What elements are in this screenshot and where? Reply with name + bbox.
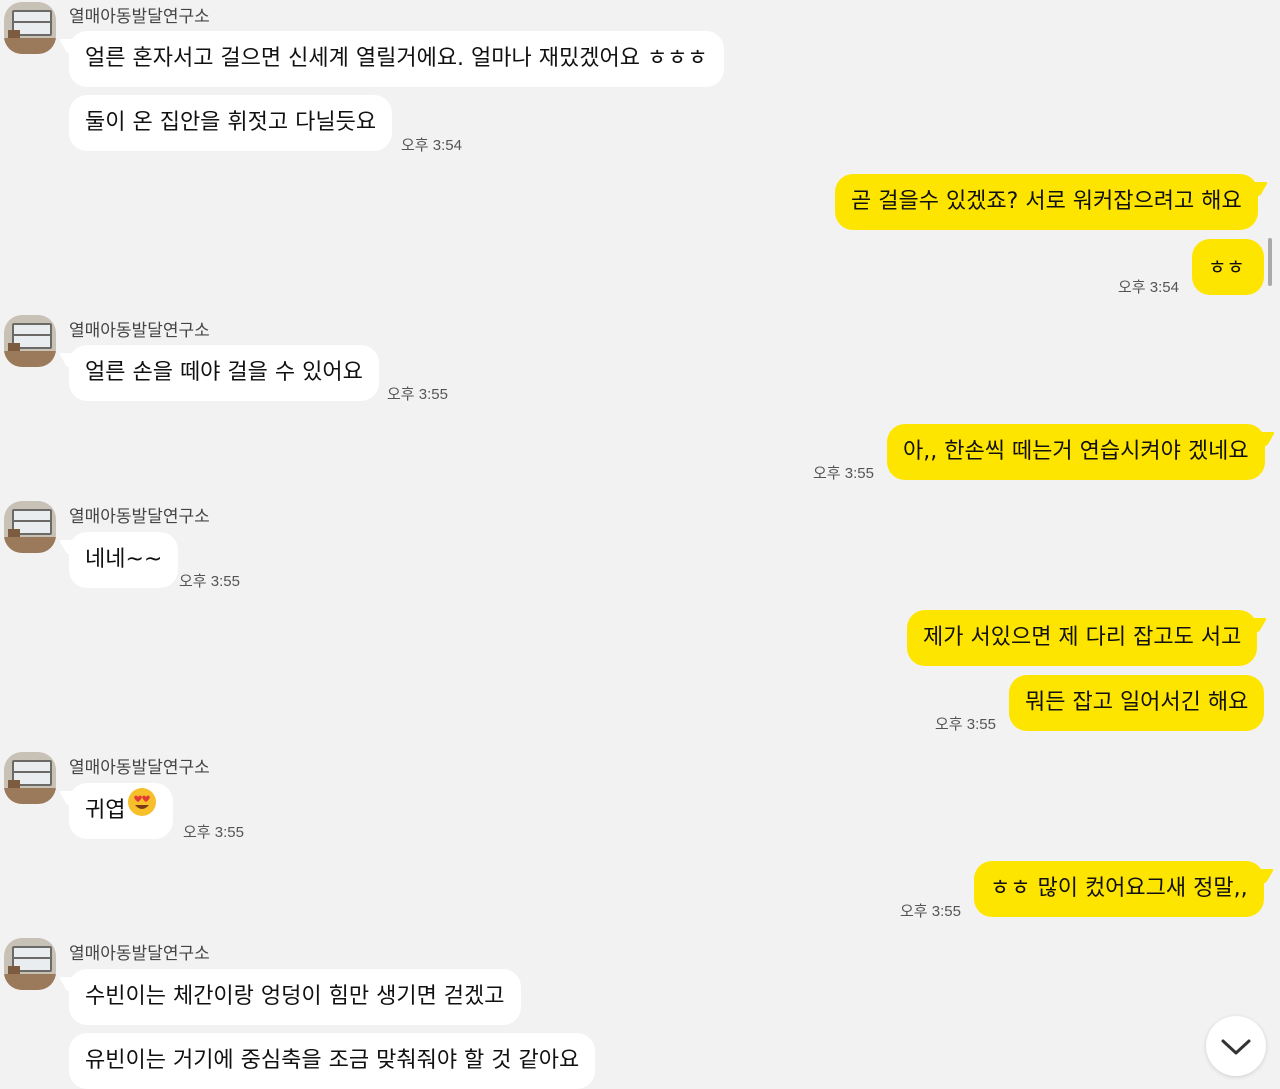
message-bubble-outgoing[interactable]: ㅎㅎ: [1192, 239, 1264, 295]
sender-avatar[interactable]: [4, 315, 56, 367]
message-timestamp: 오후 3:55: [387, 386, 448, 403]
message-bubble-incoming[interactable]: 귀엽: [69, 783, 174, 839]
sender-avatar[interactable]: [4, 501, 56, 553]
sender-avatar[interactable]: [4, 938, 56, 990]
sender-avatar[interactable]: [4, 752, 56, 804]
message-timestamp: 오후 3:54: [1118, 279, 1179, 296]
message-timestamp: 오후 3:55: [813, 465, 874, 482]
sender-name: 열매아동발달연구소: [69, 944, 210, 963]
message-bubble-outgoing[interactable]: 아,, 한손씩 떼는거 연습시켜야 겠네요: [887, 424, 1265, 480]
message-text: 귀엽: [85, 798, 126, 823]
message-bubble-outgoing[interactable]: 곧 걸을수 있겠죠? 서로 워커잡으려고 해요: [835, 174, 1258, 230]
chevron-down-icon: [1221, 1039, 1251, 1055]
message-timestamp: 오후 3:55: [179, 573, 240, 590]
scrollbar-thumb[interactable]: [1268, 238, 1272, 286]
sender-name: 열매아동발달연구소: [69, 7, 210, 26]
sender-avatar[interactable]: [4, 2, 56, 54]
sender-name: 열매아동발달연구소: [69, 758, 210, 777]
message-timestamp: 오후 3:55: [183, 824, 244, 841]
message-bubble-incoming[interactable]: 유빈이는 거기에 중심축을 조금 맞춰줘야 할 것 같아요: [69, 1033, 596, 1089]
sender-name: 열매아동발달연구소: [69, 507, 210, 526]
message-bubble-incoming[interactable]: 얼른 혼자서고 걸으면 신세계 열릴거에요. 얼마나 재밌겠어요 ㅎㅎㅎ: [69, 31, 724, 87]
message-bubble-outgoing[interactable]: ㅎㅎ 많이 컸어요그새 정말,,: [974, 861, 1264, 917]
message-bubble-incoming[interactable]: 수빈이는 체간이랑 엉덩이 힘만 생기면 걷겠고: [69, 969, 521, 1025]
heart-eyes-emoji: [127, 783, 157, 839]
message-timestamp: 오후 3:55: [900, 903, 961, 920]
message-timestamp: 오후 3:55: [935, 716, 996, 733]
sender-name: 열매아동발달연구소: [69, 321, 210, 340]
message-bubble-outgoing[interactable]: 제가 서있으면 제 다리 잡고도 서고: [907, 610, 1258, 666]
message-bubble-outgoing[interactable]: 뭐든 잡고 일어서긴 해요: [1009, 675, 1265, 731]
message-bubble-incoming[interactable]: 얼른 손을 떼야 걸을 수 있어요: [69, 345, 379, 401]
scroll-to-bottom-button[interactable]: [1206, 1016, 1266, 1076]
message-timestamp: 오후 3:54: [401, 137, 462, 154]
message-bubble-incoming[interactable]: 둘이 온 집안을 휘젓고 다닐듯요: [69, 95, 393, 151]
message-bubble-incoming[interactable]: 네네~~: [69, 532, 179, 588]
